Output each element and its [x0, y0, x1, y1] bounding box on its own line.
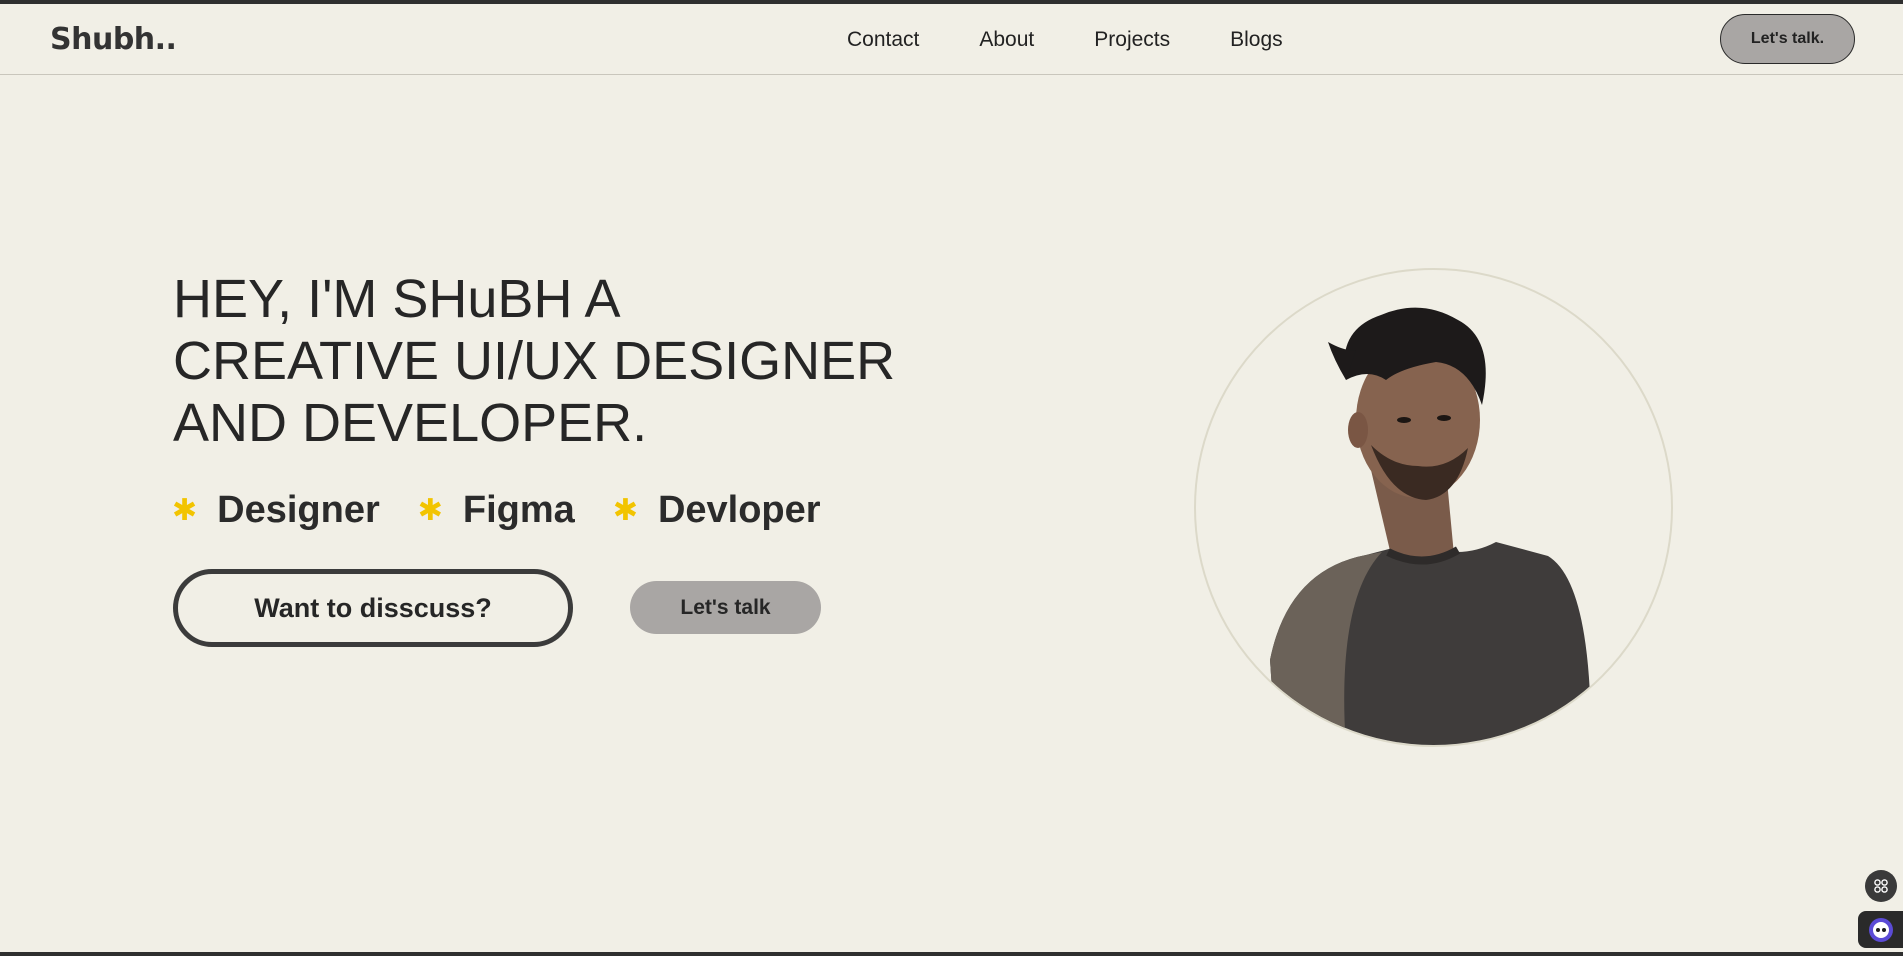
skill-item-developer: ✱ Devloper [613, 489, 821, 532]
lets-talk-nav-button[interactable]: Let's talk. [1720, 14, 1855, 64]
nav-link-contact[interactable]: Contact [847, 28, 919, 52]
chatbot-icon[interactable] [1858, 911, 1903, 948]
nav-links: Contact About Projects Blogs [847, 28, 1343, 52]
skill-item-figma: ✱ Figma [418, 489, 575, 532]
lets-talk-button[interactable]: Let's talk [630, 581, 821, 634]
want-to-discuss-button[interactable]: Want to disscuss? [173, 569, 573, 647]
nav-link-blogs[interactable]: Blogs [1230, 28, 1283, 52]
hero-title-line: HEY, I'M SHuBH A [173, 269, 621, 329]
logo[interactable]: Shubh.. [50, 22, 177, 57]
asterisk-icon: ✱ [417, 493, 443, 527]
apps-icon[interactable] [1865, 870, 1897, 902]
navbar: Shubh.. Contact About Projects Blogs Let… [0, 4, 1903, 75]
hero-title: HEY, I'M SHuBH A CREATIVE UI/UX DESIGNER… [173, 268, 953, 454]
hero-title-line: AND DEVELOPER. [173, 393, 648, 453]
asterisk-icon: ✱ [612, 493, 638, 527]
bottom-border [0, 952, 1903, 956]
asterisk-icon: ✱ [172, 493, 198, 527]
nav-link-about[interactable]: About [979, 28, 1034, 52]
nav-link-projects[interactable]: Projects [1094, 28, 1170, 52]
skills-list: ✱ Designer ✱ Figma ✱ Devloper [172, 489, 859, 532]
skill-label: Designer [217, 489, 380, 531]
hero-title-line: CREATIVE UI/UX DESIGNER [173, 331, 896, 391]
skill-label: Devloper [657, 489, 821, 531]
profile-photo [1194, 268, 1673, 747]
skill-label: Figma [462, 489, 575, 531]
skill-item-designer: ✱ Designer [172, 489, 380, 532]
person-portrait-illustration [1270, 307, 1591, 745]
